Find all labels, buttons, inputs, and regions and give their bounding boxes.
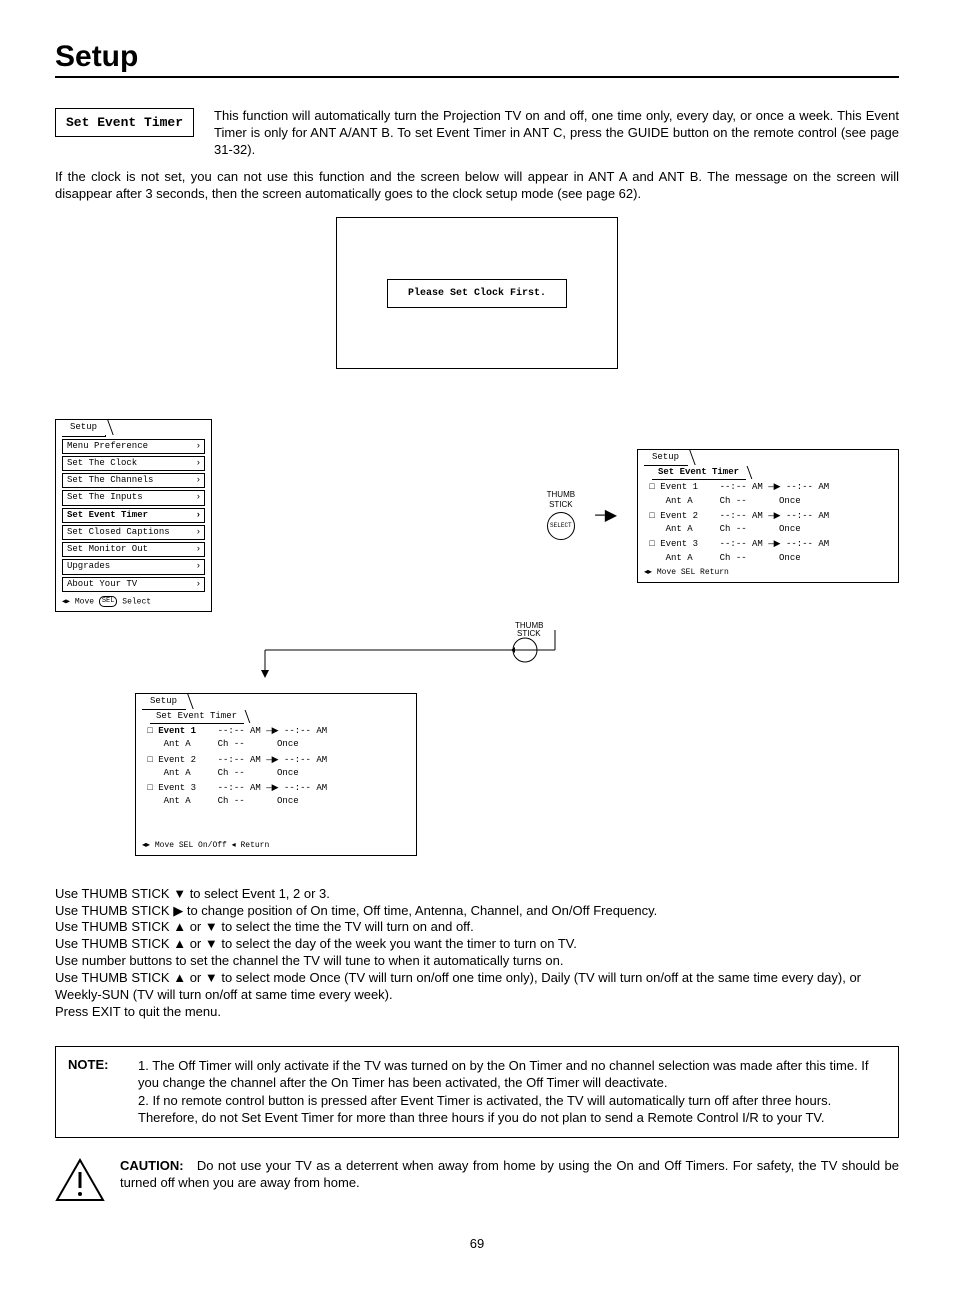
- event-detail: Ant A Ch -- Once: [644, 496, 892, 507]
- flow-connector: THUMB STICK: [55, 620, 899, 684]
- clock-message-text: Please Set Clock First.: [387, 279, 567, 308]
- arrow-right-icon: ─▶: [595, 506, 617, 526]
- page-number: 69: [55, 1236, 899, 1251]
- event-detail: Ant A Ch -- Once: [644, 524, 892, 535]
- menu-item: Upgrades: [62, 559, 205, 574]
- event-row: □ Event 3 --:-- AM —▶ --:-- AM: [644, 539, 892, 550]
- note-item-2: 2. If no remote control button is presse…: [138, 1092, 886, 1127]
- menu-c-subtitle: Set Event Timer: [150, 710, 244, 724]
- event-detail: Ant A Ch -- Once: [142, 739, 410, 750]
- menu-item: Menu Preference: [62, 439, 205, 454]
- menu-diagram: Setup Menu Preference Set The Clock Set Th…: [55, 419, 899, 855]
- event-row: □ Event 3 --:-- AM —▶ --:-- AM: [142, 783, 410, 794]
- menu-a-title: Setup: [62, 420, 106, 436]
- caution-text: Do not use your TV as a deterrent when a…: [120, 1158, 899, 1190]
- note-label: NOTE:: [68, 1057, 118, 1127]
- menu-b-subtitle: Set Event Timer: [652, 466, 746, 480]
- menu-item: Set Monitor Out: [62, 542, 205, 557]
- event-timer-menu-selected: Setup Set Event Timer □ Event 1 --:-- AM…: [135, 693, 417, 856]
- page-title: Setup: [55, 40, 899, 78]
- instruction-line: Use THUMB STICK ▲ or ▼ to select the day…: [55, 936, 899, 953]
- svg-text:STICK: STICK: [517, 629, 541, 638]
- instruction-line: Press EXIT to quit the menu.: [55, 1004, 899, 1021]
- menu-c-title: Setup: [142, 694, 186, 710]
- menu-b-title: Setup: [644, 450, 688, 466]
- instruction-line: Use THUMB STICK ▲ or ▼ to select mode On…: [55, 970, 899, 1004]
- event-row: □ Event 2 --:-- AM —▶ --:-- AM: [644, 511, 892, 522]
- note-box: NOTE: 1. The Off Timer will only activat…: [55, 1046, 899, 1138]
- menu-item: Set Event Timer: [62, 508, 205, 523]
- event-timer-menu: Setup Set Event Timer □ Event 1 --:-- AM…: [637, 449, 899, 583]
- instructions-block: Use THUMB STICK ▼ to select Event 1, 2 o…: [55, 886, 899, 1021]
- event-detail: Ant A Ch -- Once: [142, 768, 410, 779]
- thumb-stick-right: THUMB STICK SELECT: [547, 490, 575, 542]
- menu-item: Set Closed Captions: [62, 525, 205, 540]
- menu-b-footer: ◂▸ Move SEL Return: [644, 568, 892, 578]
- warning-triangle-icon: [55, 1158, 105, 1206]
- thumb-stick-icon: SELECT: [547, 512, 575, 540]
- note-item-1: 1. The Off Timer will only activate if t…: [138, 1057, 886, 1092]
- event-row: □ Event 2 --:-- AM —▶ --:-- AM: [142, 755, 410, 766]
- instruction-line: Use number buttons to set the channel th…: [55, 953, 899, 970]
- instruction-line: Use THUMB STICK ▲ or ▼ to select the tim…: [55, 919, 899, 936]
- instruction-line: Use THUMB STICK ▼ to select Event 1, 2 o…: [55, 886, 899, 903]
- menu-item: Set The Inputs: [62, 490, 205, 505]
- caution-block: CAUTION: Do not use your TV as a deterre…: [55, 1158, 899, 1206]
- event-row: □ Event 1 --:-- AM —▶ --:-- AM: [644, 482, 892, 493]
- menu-item: About Your TV: [62, 577, 205, 592]
- setup-menu-list: Setup Menu Preference Set The Clock Set Th…: [55, 419, 212, 612]
- caution-label: CAUTION:: [120, 1158, 184, 1173]
- menu-item: Set The Clock: [62, 456, 205, 471]
- clock-message-screen: Please Set Clock First.: [336, 217, 618, 369]
- menu-item: Set The Channels: [62, 473, 205, 488]
- event-row: □ Event 1 --:-- AM —▶ --:-- AM: [142, 726, 410, 737]
- menu-c-footer: ◂▸ Move SEL On/Off ◂ Return: [142, 841, 410, 851]
- event-detail: Ant A Ch -- Once: [142, 796, 410, 807]
- event-detail: Ant A Ch -- Once: [644, 553, 892, 564]
- menu-a-footer: ◂▸ Move SEL Select: [62, 596, 205, 607]
- clock-warning-paragraph: If the clock is not set, you can not use…: [55, 169, 899, 203]
- section-label-box: Set Event Timer: [55, 108, 194, 137]
- instruction-line: Use THUMB STICK ▶ to change position of …: [55, 903, 899, 920]
- intro-text: This function will automatically turn th…: [214, 108, 899, 159]
